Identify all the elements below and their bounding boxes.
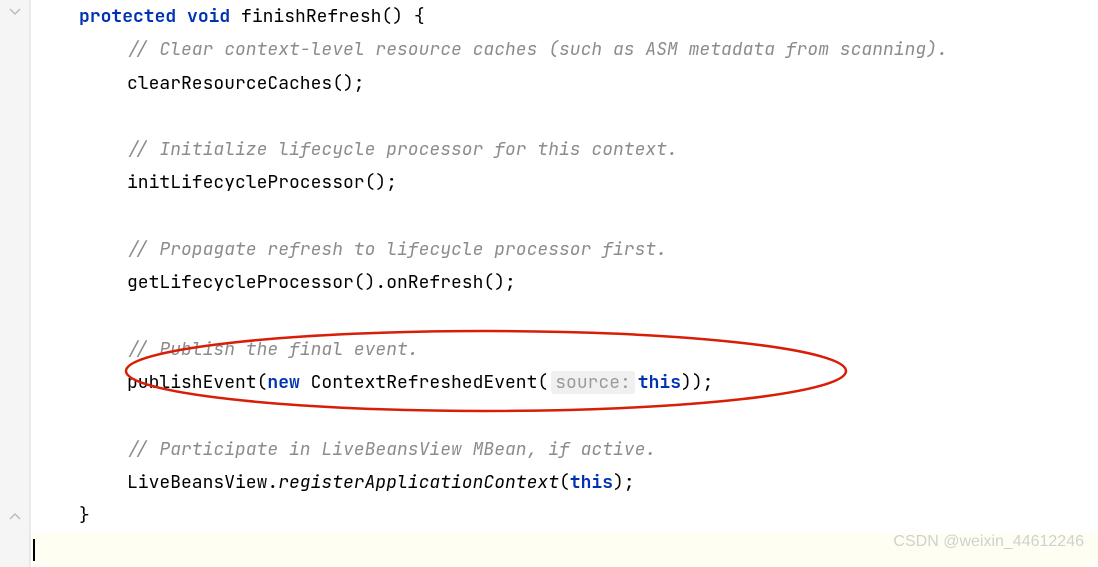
comment: // Publish the final event. xyxy=(127,338,419,361)
static-method: registerApplicationContext xyxy=(278,471,559,494)
code-tail: )); xyxy=(681,371,713,394)
code-line: // Publish the final event. xyxy=(31,333,1098,366)
keyword-this: this xyxy=(570,471,613,494)
code-line: // Participate in LiveBeansView MBean, i… xyxy=(31,433,1098,466)
keyword-protected: protected xyxy=(79,5,176,28)
code-stmt: clearResourceCaches(); xyxy=(127,72,365,95)
code-stmt: getLifecycleProcessor().onRefresh(); xyxy=(127,271,516,294)
code-line: initLifecycleProcessor(); xyxy=(31,166,1098,199)
code-line: // Clear context-level resource caches (… xyxy=(31,33,1098,66)
watermark-text: CSDN @weixin_44612246 xyxy=(893,527,1084,557)
keyword-new: new xyxy=(267,371,299,394)
code-line-blank xyxy=(31,200,1098,233)
code-line: LiveBeansView.registerApplicationContext… xyxy=(31,466,1098,499)
param-hint: source: xyxy=(551,371,635,394)
comment: // Initialize lifecycle processor for th… xyxy=(127,138,678,161)
code-line: clearResourceCaches(); xyxy=(31,67,1098,100)
code-line: publishEvent(new ContextRefreshedEvent(s… xyxy=(31,366,1098,399)
brace-close: } xyxy=(79,504,90,527)
keyword-void: void xyxy=(187,5,230,28)
code-line: // Initialize lifecycle processor for th… xyxy=(31,133,1098,166)
code-paren: ( xyxy=(559,471,570,494)
code-line: protected void finishRefresh() { xyxy=(31,0,1098,33)
code-tail: ); xyxy=(613,471,635,494)
code-editor[interactable]: protected void finishRefresh() { // Clea… xyxy=(30,0,1098,567)
code-call: publishEvent( xyxy=(127,371,267,394)
editor-gutter xyxy=(0,0,30,567)
fold-icon[interactable] xyxy=(8,6,22,20)
code-line: // Propagate refresh to lifecycle proces… xyxy=(31,233,1098,266)
comment: // Participate in LiveBeansView MBean, i… xyxy=(127,438,656,461)
method-name: finishRefresh() { xyxy=(241,5,425,28)
code-class: ContextRefreshedEvent( xyxy=(300,371,548,394)
code-stmt: initLifecycleProcessor(); xyxy=(127,171,397,194)
fold-icon[interactable] xyxy=(8,510,22,524)
code-line-blank xyxy=(31,400,1098,433)
comment: // Propagate refresh to lifecycle proces… xyxy=(127,238,667,261)
code-line-blank xyxy=(31,300,1098,333)
code-line: getLifecycleProcessor().onRefresh(); xyxy=(31,266,1098,299)
keyword-this: this xyxy=(638,371,681,394)
code-line-blank xyxy=(31,100,1098,133)
code-class: LiveBeansView. xyxy=(127,471,278,494)
text-caret xyxy=(33,539,35,561)
comment: // Clear context-level resource caches (… xyxy=(127,38,948,61)
